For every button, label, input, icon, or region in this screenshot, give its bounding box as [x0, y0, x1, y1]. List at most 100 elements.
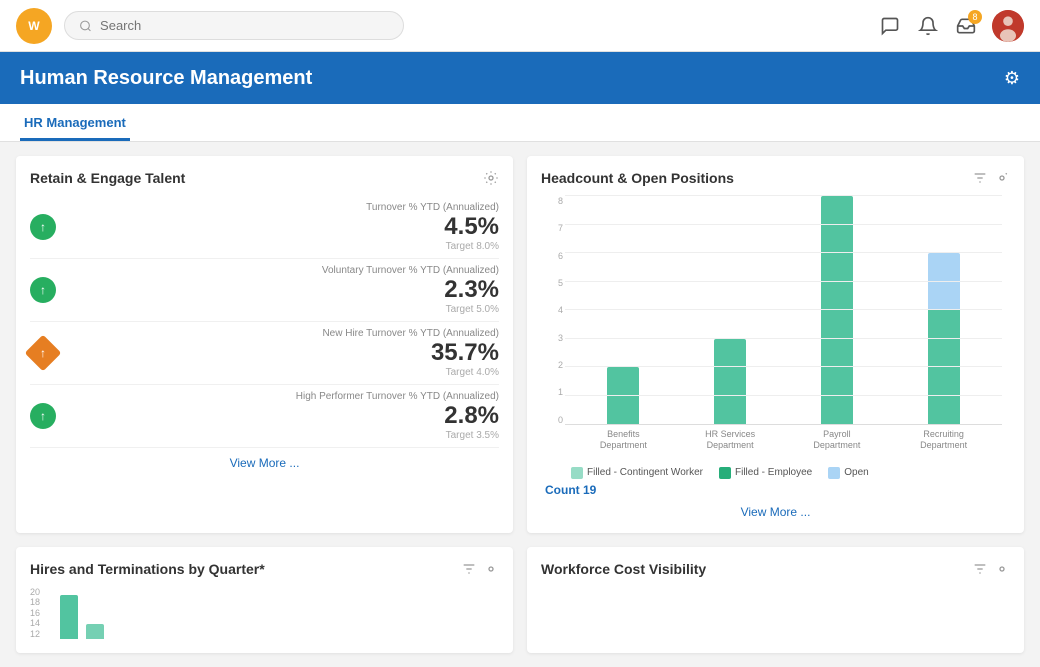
- settings-icon[interactable]: ⚙: [1004, 68, 1020, 89]
- metric-label-turnover: Turnover % YTD (Annualized): [66, 202, 499, 213]
- y-label-3: 3: [541, 333, 563, 343]
- filter-icon[interactable]: [972, 170, 988, 186]
- metric-value-turnover: 4.5%: [66, 213, 499, 241]
- grid-line-4: [565, 309, 1002, 310]
- hires-bars: [56, 587, 499, 640]
- hires-y-14: 14: [30, 618, 54, 628]
- y-axis: 0 1 2 3 4 5 6 7 8: [541, 196, 563, 425]
- messages-icon[interactable]: [878, 14, 902, 38]
- tab-hr-management[interactable]: HR Management: [20, 107, 130, 141]
- search-input[interactable]: [100, 18, 389, 33]
- x-label-benefits: BenefitsDepartment: [575, 425, 672, 461]
- legend-label-employee: Filled - Employee: [735, 467, 812, 478]
- headcount-card-icons[interactable]: [972, 170, 1010, 186]
- metric-label-highperformer: High Performer Turnover % YTD (Annualize…: [66, 391, 499, 402]
- retain-card-header: Retain & Engage Talent: [30, 170, 499, 186]
- main-content: Retain & Engage Talent ↑ Turnover % YTD …: [0, 142, 1040, 667]
- user-avatar[interactable]: [992, 10, 1024, 42]
- headcount-chart: 0 1 2 3 4 5 6 7 8: [541, 196, 1010, 461]
- workforce-filter-icon[interactable]: [972, 561, 988, 577]
- hires-card-title: Hires and Terminations by Quarter*: [30, 561, 265, 577]
- x-label-recruiting: RecruitingDepartment: [895, 425, 992, 461]
- grid-line-6: [565, 252, 1002, 253]
- svg-text:W: W: [28, 18, 40, 32]
- hires-bar-1: [60, 595, 78, 639]
- legend-label-open: Open: [844, 467, 868, 478]
- metric-target-newhire: Target 4.0%: [66, 367, 499, 378]
- legend-filled-employee: Filled - Employee: [719, 467, 812, 479]
- hires-bar-2: [86, 624, 104, 639]
- grid-line-7: [565, 224, 1002, 225]
- workforce-card-icons[interactable]: [972, 561, 1010, 577]
- retain-engage-card: Retain & Engage Talent ↑ Turnover % YTD …: [16, 156, 513, 533]
- metric-icon-voluntary: ↑: [30, 277, 56, 303]
- metric-target-highperformer: Target 3.5%: [66, 430, 499, 441]
- search-bar[interactable]: [64, 11, 404, 40]
- grid-line-3: [565, 338, 1002, 339]
- workforce-card-title: Workforce Cost Visibility: [541, 561, 706, 577]
- grid-line-5: [565, 281, 1002, 282]
- x-axis-labels: BenefitsDepartment HR ServicesDepartment…: [565, 425, 1002, 461]
- grid-line-8: [565, 195, 1002, 196]
- retain-card-settings[interactable]: [483, 170, 499, 186]
- workday-logo[interactable]: W: [16, 8, 52, 44]
- hires-y-12: 12: [30, 629, 54, 639]
- legend-dot-contingent: [571, 467, 583, 479]
- metric-label-voluntary: Voluntary Turnover % YTD (Annualized): [66, 265, 499, 276]
- legend-filled-contingent: Filled - Contingent Worker: [571, 467, 703, 479]
- page-header: Human Resource Management ⚙: [0, 52, 1040, 104]
- chart-area: [565, 196, 1002, 425]
- legend-dot-open: [828, 467, 840, 479]
- workforce-card-header: Workforce Cost Visibility: [541, 561, 1010, 577]
- legend-label-contingent: Filled - Contingent Worker: [587, 467, 703, 478]
- legend-open: Open: [828, 467, 868, 479]
- workforce-settings-icon[interactable]: [994, 561, 1010, 577]
- metric-target-voluntary: Target 5.0%: [66, 304, 499, 315]
- headcount-count: Count 19: [541, 483, 1010, 497]
- headcount-view-more[interactable]: View More ...: [541, 505, 1010, 519]
- page-title: Human Resource Management: [20, 67, 312, 90]
- y-label-8: 8: [541, 196, 563, 206]
- headcount-card-header: Headcount & Open Positions: [541, 170, 1010, 186]
- x-label-hrservices: HR ServicesDepartment: [682, 425, 779, 461]
- metric-value-highperformer: 2.8%: [66, 402, 499, 430]
- top-navigation: W 8: [0, 0, 1040, 52]
- hires-card-icons[interactable]: [461, 561, 499, 577]
- x-label-payroll: PayrollDepartment: [789, 425, 886, 461]
- y-label-6: 6: [541, 251, 563, 261]
- notifications-icon[interactable]: [916, 14, 940, 38]
- y-label-7: 7: [541, 223, 563, 233]
- metric-icon-highperformer: ↑: [30, 403, 56, 429]
- hires-y-20: 20: [30, 587, 54, 597]
- y-label-5: 5: [541, 278, 563, 288]
- nav-icons: 8: [878, 10, 1024, 42]
- hires-settings-icon[interactable]: [483, 561, 499, 577]
- hires-card-header: Hires and Terminations by Quarter*: [30, 561, 499, 577]
- metric-value-voluntary: 2.3%: [66, 276, 499, 304]
- metric-highperformer-turnover: ↑ High Performer Turnover % YTD (Annuali…: [30, 385, 499, 448]
- hires-y-16: 16: [30, 608, 54, 618]
- y-label-2: 2: [541, 360, 563, 370]
- hires-filter-icon[interactable]: [461, 561, 477, 577]
- hires-card: Hires and Terminations by Quarter* 12 14…: [16, 547, 513, 654]
- metric-icon-turnover: ↑: [30, 214, 56, 240]
- retain-view-more[interactable]: View More ...: [30, 456, 499, 470]
- hires-chart-area: 12 14 16 18 20: [30, 587, 499, 640]
- metric-voluntary-turnover: ↑ Voluntary Turnover % YTD (Annualized) …: [30, 259, 499, 322]
- count-value: 19: [583, 483, 596, 497]
- inbox-icon[interactable]: 8: [954, 14, 978, 38]
- headcount-legend: Filled - Contingent Worker Filled - Empl…: [541, 467, 1010, 479]
- count-label: Count: [545, 483, 580, 497]
- metric-icon-newhire: ↑: [25, 335, 62, 372]
- y-label-1: 1: [541, 387, 563, 397]
- metric-turnover: ↑ Turnover % YTD (Annualized) 4.5% Targe…: [30, 196, 499, 259]
- retain-card-title: Retain & Engage Talent: [30, 170, 185, 186]
- y-label-4: 4: [541, 305, 563, 315]
- headcount-settings-icon[interactable]: [994, 170, 1010, 186]
- hires-y-18: 18: [30, 597, 54, 607]
- metric-newhire-turnover: ↑ New Hire Turnover % YTD (Annualized) 3…: [30, 322, 499, 385]
- metric-target-turnover: Target 8.0%: [66, 241, 499, 252]
- tab-bar: HR Management: [0, 104, 1040, 142]
- hires-y-axis: 12 14 16 18 20: [30, 587, 54, 640]
- headcount-card-title: Headcount & Open Positions: [541, 170, 734, 186]
